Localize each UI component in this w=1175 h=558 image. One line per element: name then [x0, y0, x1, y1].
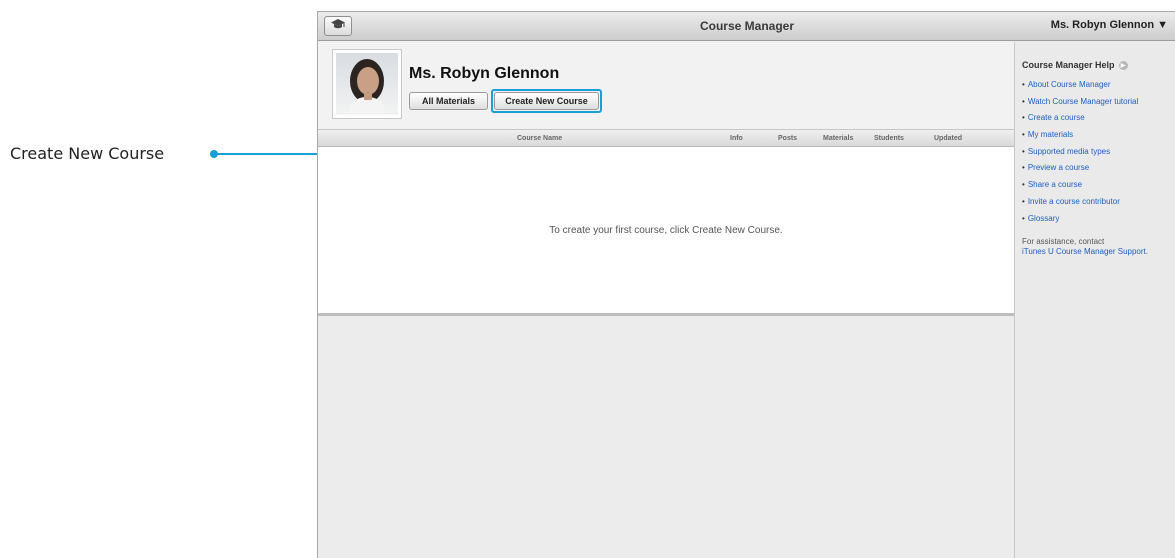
course-table-header: Course Name Info Posts Materials Student…: [318, 129, 1014, 147]
user-menu[interactable]: Ms. Robyn Glennon ▼: [1051, 19, 1168, 31]
help-title-text: Course Manager Help: [1022, 60, 1115, 70]
column-materials[interactable]: Materials: [823, 135, 853, 142]
callout-label: Create New Course: [10, 144, 165, 163]
assistance-text: For assistance, contact: [1022, 237, 1105, 247]
course-manager-window: Course Manager Ms. Robyn Glennon ▼ Ms. R…: [317, 11, 1175, 558]
column-updated[interactable]: Updated: [934, 135, 962, 142]
bullet-icon: •: [1022, 213, 1025, 223]
help-link-label: Preview a course: [1027, 163, 1090, 173]
bullet-icon: •: [1022, 80, 1025, 89]
column-course-name[interactable]: Course Name: [517, 135, 562, 142]
title-bar: Course Manager Ms. Robyn Glennon ▼: [318, 12, 1175, 41]
help-link-label: Share a course: [1027, 180, 1083, 190]
avatar: [332, 49, 402, 119]
bullet-icon: •: [1022, 146, 1025, 156]
help-links: • About Course Manager • Watch Course Mana…: [1022, 80, 1175, 230]
window-title: Course Manager: [699, 19, 795, 33]
help-link-label: Invite a course contributor: [1027, 196, 1120, 206]
help-link-tutorial[interactable]: • Watch Course Manager tutorial: [1022, 97, 1175, 114]
bullet-icon: •: [1022, 196, 1025, 206]
help-title[interactable]: Course Manager Help ▶: [1022, 60, 1175, 70]
empty-course-message: To create your first course, click Creat…: [549, 225, 783, 236]
help-link-preview-course[interactable]: • Preview a course: [1022, 163, 1175, 180]
profile-header: Ms. Robyn Glennon All Materials Create N…: [318, 42, 1014, 129]
bullet-icon: •: [1022, 113, 1025, 123]
help-link-label: Watch Course Manager tutorial: [1027, 96, 1139, 106]
column-info[interactable]: Info: [730, 135, 743, 142]
help-link-share-course[interactable]: • Share a course: [1022, 180, 1175, 197]
help-link-invite-contributor[interactable]: • Invite a course contributor: [1022, 197, 1175, 214]
all-materials-button[interactable]: All Materials: [409, 92, 488, 110]
help-link-glossary[interactable]: • Glossary: [1022, 214, 1175, 231]
arrow-right-icon: ▶: [1118, 60, 1128, 70]
help-link-label: Glossary: [1027, 213, 1060, 223]
column-students[interactable]: Students: [874, 135, 904, 142]
help-link-media-types[interactable]: • Supported media types: [1022, 147, 1175, 164]
course-list: To create your first course, click Creat…: [318, 147, 1014, 316]
help-sidebar: Course Manager Help ▶ • About Course Mana…: [1014, 42, 1175, 558]
help-link-create-course[interactable]: • Create a course: [1022, 113, 1175, 130]
bullet-icon: •: [1022, 130, 1025, 140]
help-link-label: Supported media types: [1027, 146, 1111, 156]
help-link-about[interactable]: • About Course Manager: [1022, 80, 1175, 97]
column-posts[interactable]: Posts: [778, 135, 797, 142]
bullet-icon: •: [1022, 163, 1025, 173]
profile-name: Ms. Robyn Glennon: [409, 65, 560, 82]
create-course-highlight: [491, 89, 602, 113]
avatar-image: [336, 53, 398, 115]
help-link-label: About Course Manager: [1027, 80, 1111, 89]
help-link-label: Create a course: [1027, 113, 1085, 123]
bullet-icon: •: [1022, 180, 1025, 190]
support-link[interactable]: iTunes U Course Manager Support.: [1022, 247, 1175, 257]
main-panel: Ms. Robyn Glennon All Materials Create N…: [318, 42, 1014, 558]
bullet-icon: •: [1022, 96, 1025, 106]
help-link-label: My materials: [1027, 130, 1074, 140]
help-link-my-materials[interactable]: • My materials: [1022, 130, 1175, 147]
